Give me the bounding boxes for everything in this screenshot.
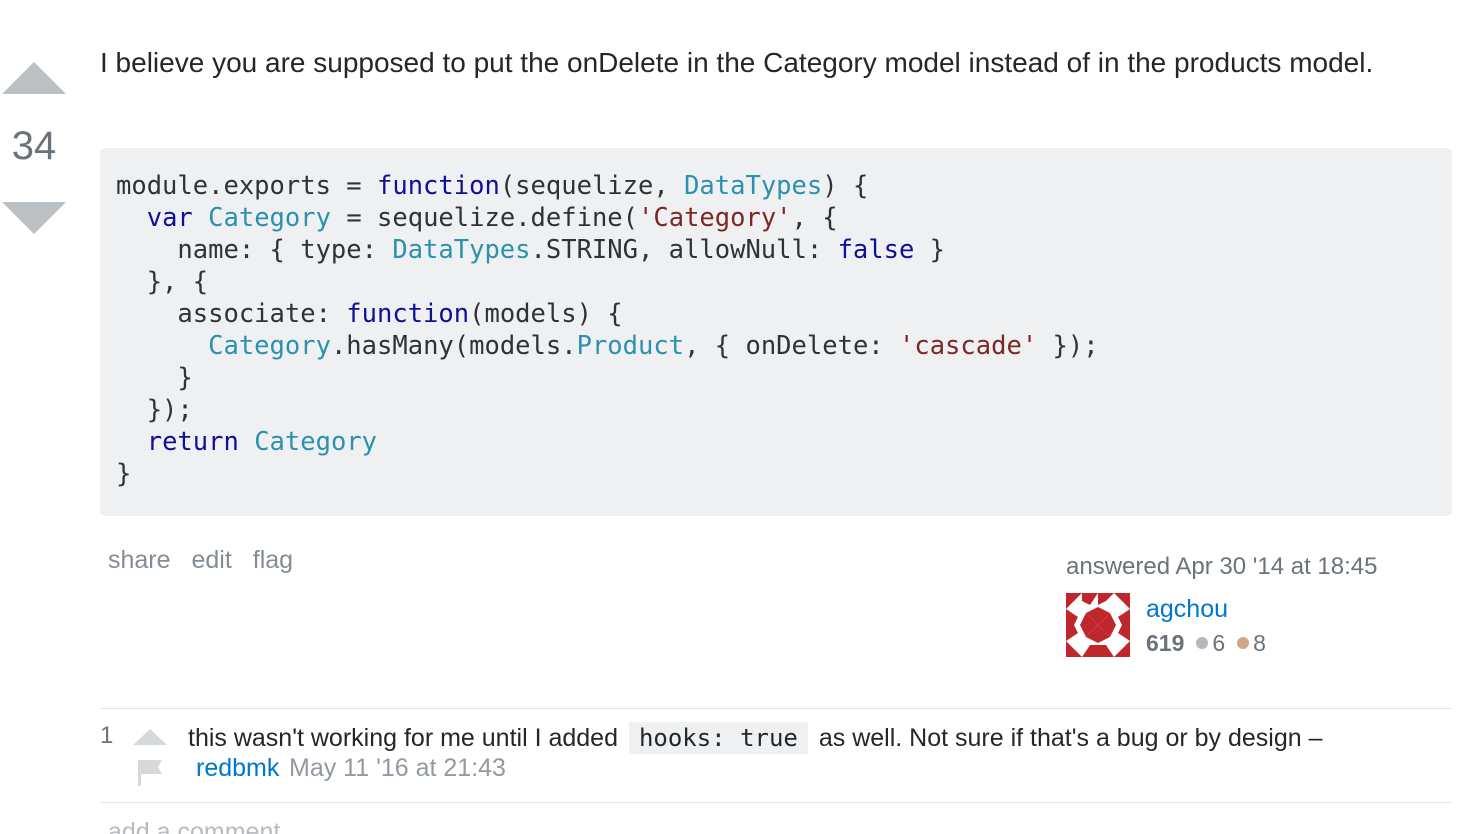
- comment-text-after: as well. Not sure if that's a bug or by …: [818, 724, 1323, 752]
- comment-upvote-icon[interactable]: [133, 728, 167, 746]
- comment-score: 1: [100, 722, 114, 749]
- silver-badge-count: 6: [1212, 630, 1226, 656]
- comment-body: this wasn't working for me until I added…: [188, 718, 1438, 758]
- answered-time: answered Apr 30 '14 at 18:45: [1066, 553, 1378, 580]
- code-block: module.exports = function(sequelize, Dat…: [100, 148, 1452, 516]
- vote-up-icon[interactable]: [2, 60, 66, 96]
- user-reputation: 619 6 8: [1146, 630, 1266, 657]
- code-content: module.exports = function(sequelize, Dat…: [116, 171, 1099, 489]
- silver-badge-icon: [1196, 637, 1209, 649]
- user-name-link[interactable]: agchou: [1146, 595, 1228, 624]
- add-comment-link[interactable]: add a comment: [108, 818, 280, 834]
- comment-date: May 11 '16 at 21:43: [289, 754, 506, 782]
- comment-user-link[interactable]: redbmk: [196, 754, 279, 783]
- bronze-badge-count: 8: [1253, 630, 1266, 656]
- comment-code: hooks: true: [628, 722, 808, 754]
- flag-link[interactable]: flag: [253, 546, 293, 574]
- reputation-score: 619: [1146, 630, 1185, 656]
- comments-divider-top: [100, 708, 1452, 709]
- comment-flag-icon[interactable]: [136, 758, 164, 788]
- bronze-badge-icon: [1237, 637, 1250, 649]
- vote-count: 34: [11, 124, 57, 168]
- comments-divider-bottom: [100, 802, 1452, 803]
- vote-down-icon[interactable]: [2, 200, 66, 236]
- post-menu: share edit flag: [108, 546, 307, 575]
- comment-text-before: this wasn't working for me until I added: [188, 724, 618, 752]
- share-link[interactable]: share: [108, 546, 171, 574]
- user-avatar[interactable]: [1066, 593, 1130, 657]
- answer-text: I believe you are supposed to put the on…: [100, 47, 1374, 78]
- user-card: answered Apr 30 '14 at 18:45 agchou 619 6…: [1066, 553, 1446, 657]
- edit-link[interactable]: edit: [192, 546, 232, 574]
